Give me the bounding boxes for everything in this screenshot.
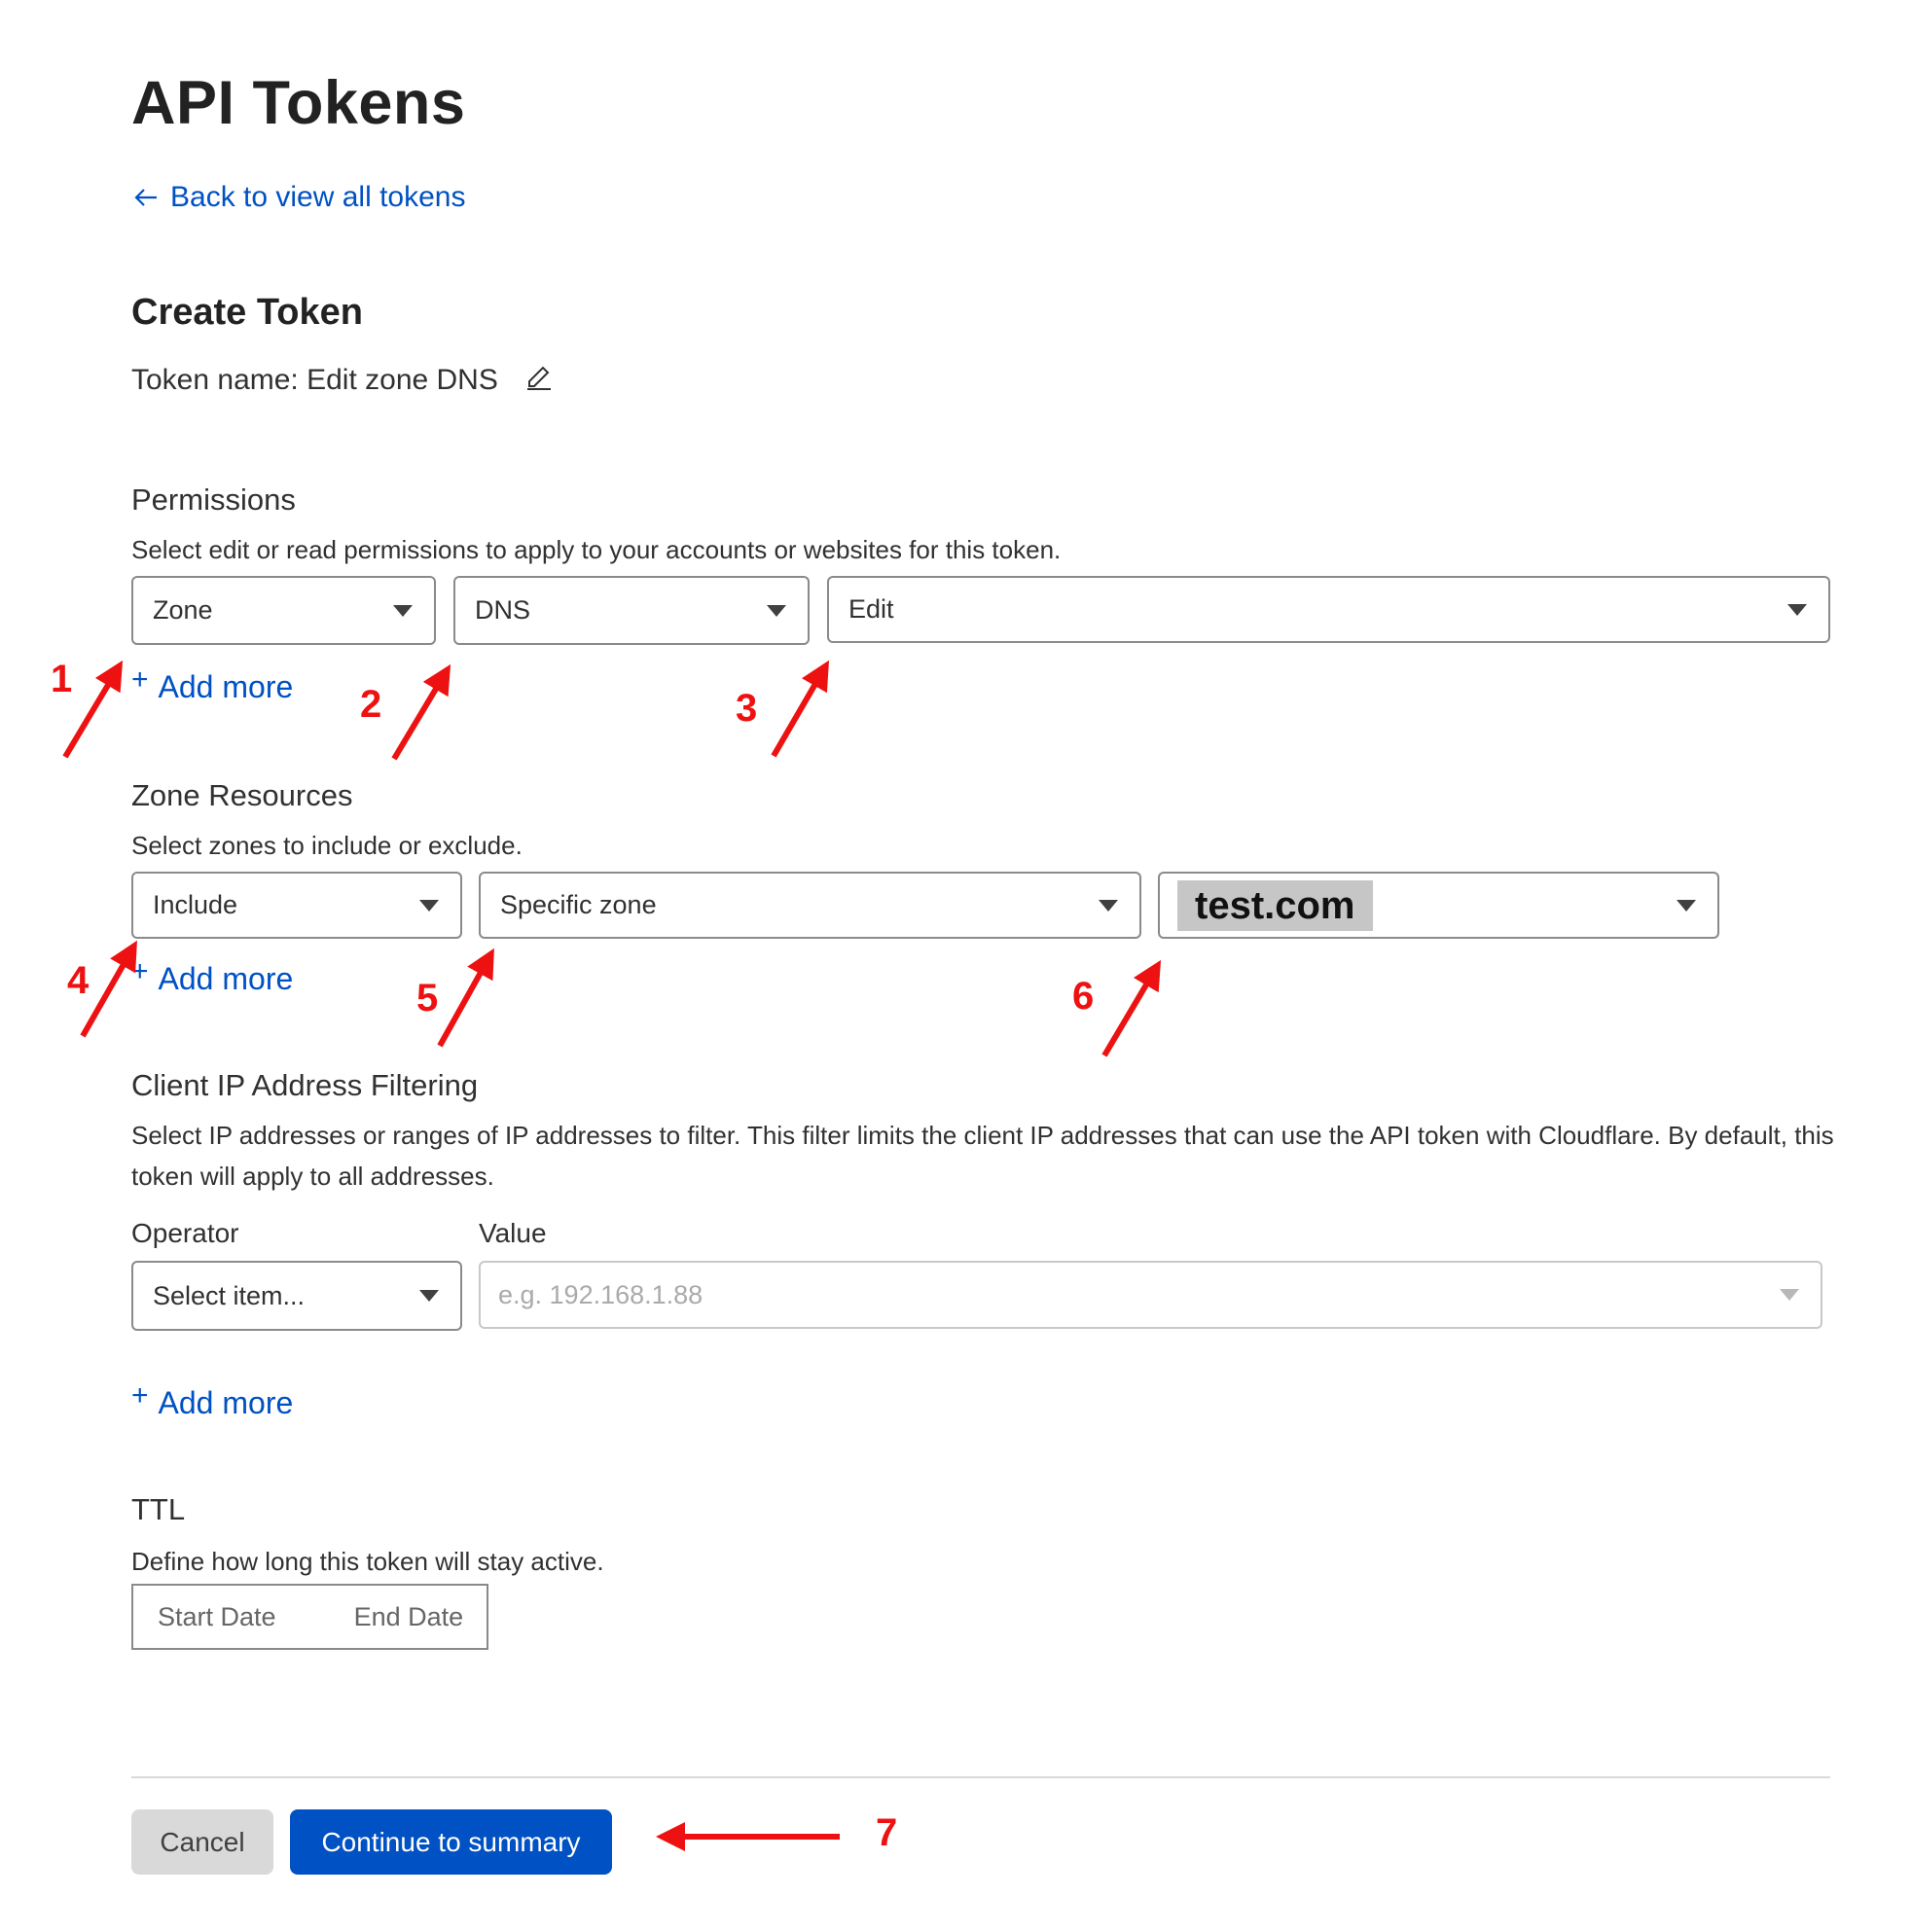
annotation-number: 1	[51, 658, 73, 700]
annotation-arrow-icon	[1101, 959, 1162, 1057]
annotation-number: 6	[1072, 975, 1095, 1018]
annotation-overlay	[62, 660, 1162, 1851]
annotation-arrow-icon	[62, 660, 124, 759]
annotation-number: 2	[360, 683, 382, 726]
annotation-number: 3	[736, 687, 758, 730]
annotation-number: 5	[416, 977, 439, 1020]
annotation-number: 7	[876, 1811, 898, 1854]
annotation-arrow-icon	[80, 940, 137, 1038]
annotation-number: 4	[67, 959, 90, 1002]
annotation-arrow-icon	[771, 660, 830, 758]
annotation-arrow-icon	[391, 663, 451, 761]
annotation-arrow-icon	[437, 948, 494, 1048]
